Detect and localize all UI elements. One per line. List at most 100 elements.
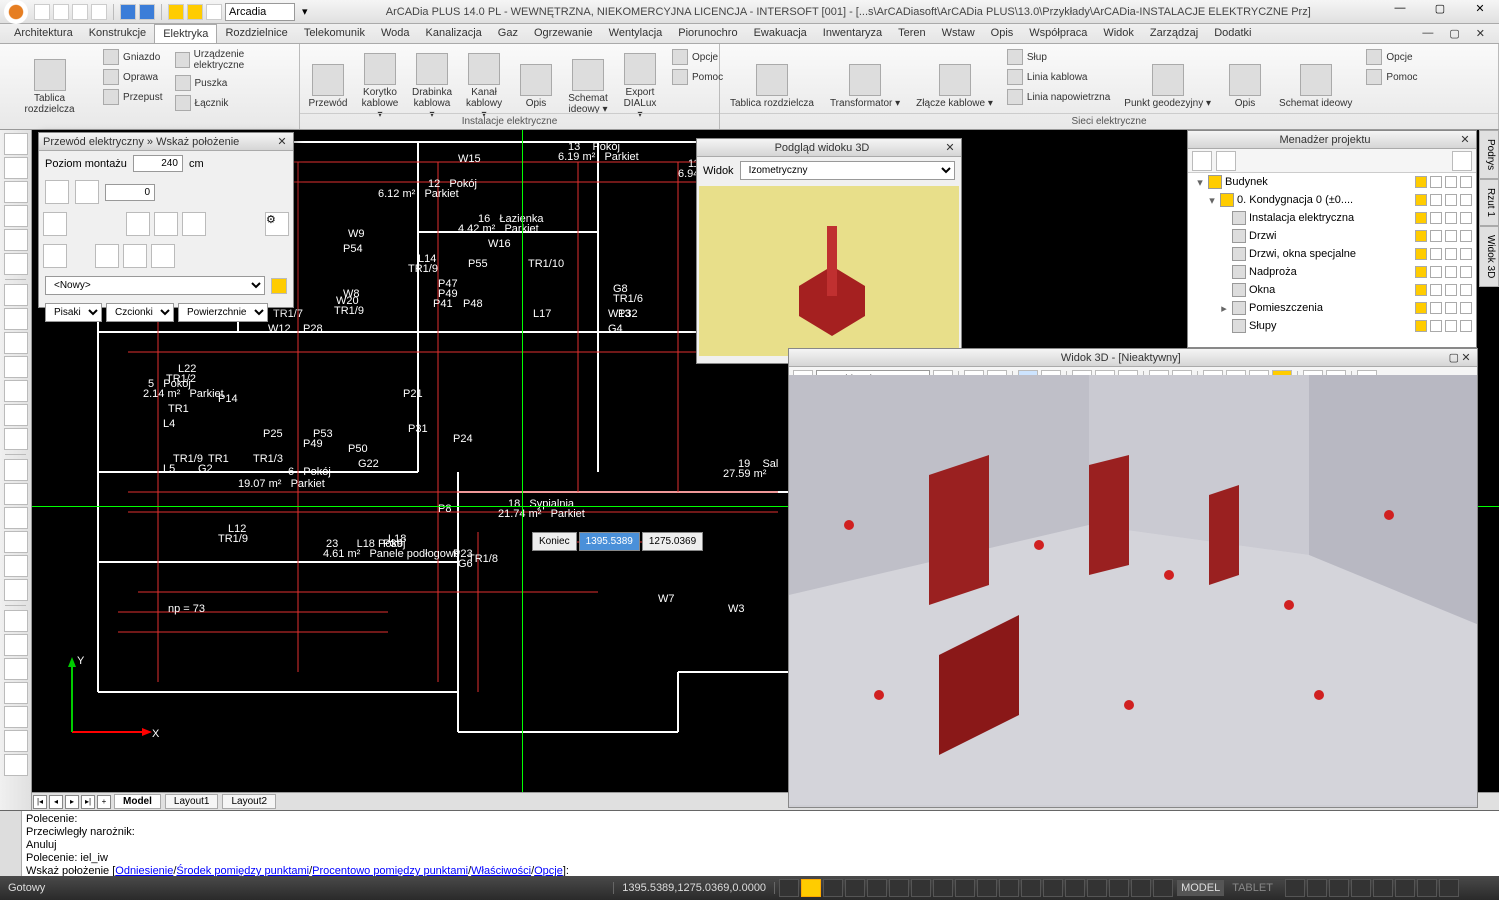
menu-konstrukcje[interactable]: Konstrukcje [81,24,154,43]
tool8-icon[interactable] [151,244,175,268]
menu-woda[interactable]: Woda [373,24,418,43]
minimize-button[interactable]: — [1385,2,1415,22]
gear-icon[interactable]: ⚙ [265,212,289,236]
status-toggle-r-6[interactable] [1417,879,1437,897]
project-manager-panel[interactable]: Menadżer projektu✕ ▾Budynek▾0. Kondygnac… [1187,130,1477,348]
status-toggle-r-7[interactable] [1439,879,1459,897]
lock-icon[interactable] [1430,320,1442,332]
print-icon[interactable] [1445,248,1457,260]
bulb-icon[interactable] [1415,212,1427,224]
color-swatch[interactable] [1460,176,1472,188]
left-tool-21[interactable] [4,658,28,680]
qat-light-icon[interactable] [168,4,184,20]
left-tool-10[interactable] [4,380,28,402]
left-tool-12[interactable] [4,428,28,450]
ribbon-przepust[interactable]: Przepust [101,88,164,106]
status-toggle-r-1[interactable] [1307,879,1327,897]
menu-inwentaryza[interactable]: Inwentaryza [815,24,890,43]
bulb-icon[interactable] [1415,230,1427,242]
menu-zarządzaj[interactable]: Zarządzaj [1142,24,1206,43]
qat-print-icon[interactable] [91,4,107,20]
tree-row[interactable]: Nadproża [1188,263,1476,281]
menu-teren[interactable]: Teren [890,24,934,43]
status-toggle-17[interactable] [1153,879,1173,897]
left-tool-2[interactable] [4,181,28,203]
left-tool-25[interactable] [4,754,28,776]
filter-icon[interactable] [1452,151,1472,171]
print-icon[interactable] [1445,176,1457,188]
val2-input[interactable] [105,184,155,201]
left-tool-15[interactable] [4,507,28,529]
view-3d-panel[interactable]: Widok 3D - [Nieaktywny]▢✕ <Wybierz kamer… [788,348,1478,808]
menu-kanalizacja[interactable]: Kanalizacja [418,24,490,43]
maximize-button[interactable]: ▢ [1425,2,1455,22]
status-toggle-6[interactable] [911,879,931,897]
ribbon-słup[interactable]: Słup [1005,48,1112,66]
menu-dodatki[interactable]: Dodatki [1206,24,1259,43]
color-swatch[interactable] [1460,284,1472,296]
qat-sun-icon[interactable] [187,4,203,20]
status-toggle-11[interactable] [1021,879,1041,897]
status-toggle-14[interactable] [1087,879,1107,897]
status-toggle-1[interactable] [801,879,821,897]
left-tool-4[interactable] [4,229,28,251]
distribution-board-button[interactable]: Tablica rozdzielcza [4,46,95,127]
color-swatch[interactable] [1460,212,1472,224]
menu-opis[interactable]: Opis [983,24,1022,43]
print-icon[interactable] [1445,284,1457,296]
maximize-icon[interactable]: ▢ [1449,351,1459,364]
tab-prev-icon[interactable]: ◂ [49,795,63,809]
lock-icon[interactable] [1430,230,1442,242]
model-toggle[interactable]: MODEL [1177,880,1224,896]
view3d-canvas[interactable] [789,375,1477,807]
bulb-icon[interactable] [1415,320,1427,332]
status-toggle-10[interactable] [999,879,1019,897]
left-tool-19[interactable] [4,610,28,632]
mdi-restore[interactable]: ▢ [1441,24,1467,43]
print-icon[interactable] [1445,302,1457,314]
status-toggle-13[interactable] [1065,879,1085,897]
left-tool-11[interactable] [4,404,28,426]
cmd-handle[interactable] [0,811,22,876]
wire-panel[interactable]: Przewód elektryczny » Wskaż położenie✕ P… [38,132,294,308]
close-icon[interactable]: ✕ [943,141,957,154]
close-button[interactable]: ✕ [1465,2,1495,22]
mdi-minimize[interactable]: — [1414,24,1441,43]
preview-3d-panel[interactable]: Podgląd widoku 3D✕ Widok Izometryczny [696,138,962,364]
qat-undo-icon[interactable] [120,4,136,20]
menu-telekomunik[interactable]: Telekomunik [296,24,373,43]
cmd-option[interactable]: Właściwości [471,865,531,876]
left-tool-0[interactable] [4,133,28,155]
menu-współpraca[interactable]: Współpraca [1021,24,1095,43]
lock-icon[interactable] [1430,248,1442,260]
lock-icon[interactable] [1430,212,1442,224]
print-icon[interactable] [1445,266,1457,278]
status-toggle-7[interactable] [933,879,953,897]
lock-icon[interactable] [1430,302,1442,314]
status-toggle-r-3[interactable] [1351,879,1371,897]
tree-tool2-icon[interactable] [1216,151,1236,171]
bulb-icon[interactable] [271,278,287,294]
print-icon[interactable] [1445,320,1457,332]
menu-piorunochro[interactable]: Piorunochro [670,24,745,43]
cmd-option[interactable]: Środek pomiędzy punktami [176,865,309,876]
tree-row[interactable]: Słupy [1188,317,1476,333]
qat-open-icon[interactable] [53,4,69,20]
status-toggle-16[interactable] [1131,879,1151,897]
tool2-icon[interactable] [126,212,150,236]
tree-row[interactable]: Instalacja elektryczna [1188,209,1476,227]
color-swatch[interactable] [1460,194,1472,206]
status-toggle-9[interactable] [977,879,997,897]
tree-row[interactable]: Drzwi, okna specjalne [1188,245,1476,263]
layer-combo[interactable] [225,3,295,21]
tool6-icon[interactable] [95,244,119,268]
tab-add-icon[interactable]: + [97,795,111,809]
menu-rozdzielnice[interactable]: Rozdzielnice [217,24,295,43]
left-tool-20[interactable] [4,634,28,656]
menu-gaz[interactable]: Gaz [490,24,526,43]
status-toggle-12[interactable] [1043,879,1063,897]
menu-wentylacja[interactable]: Wentylacja [601,24,671,43]
left-tool-1[interactable] [4,157,28,179]
left-tool-3[interactable] [4,205,28,227]
color-swatch[interactable] [1460,320,1472,332]
